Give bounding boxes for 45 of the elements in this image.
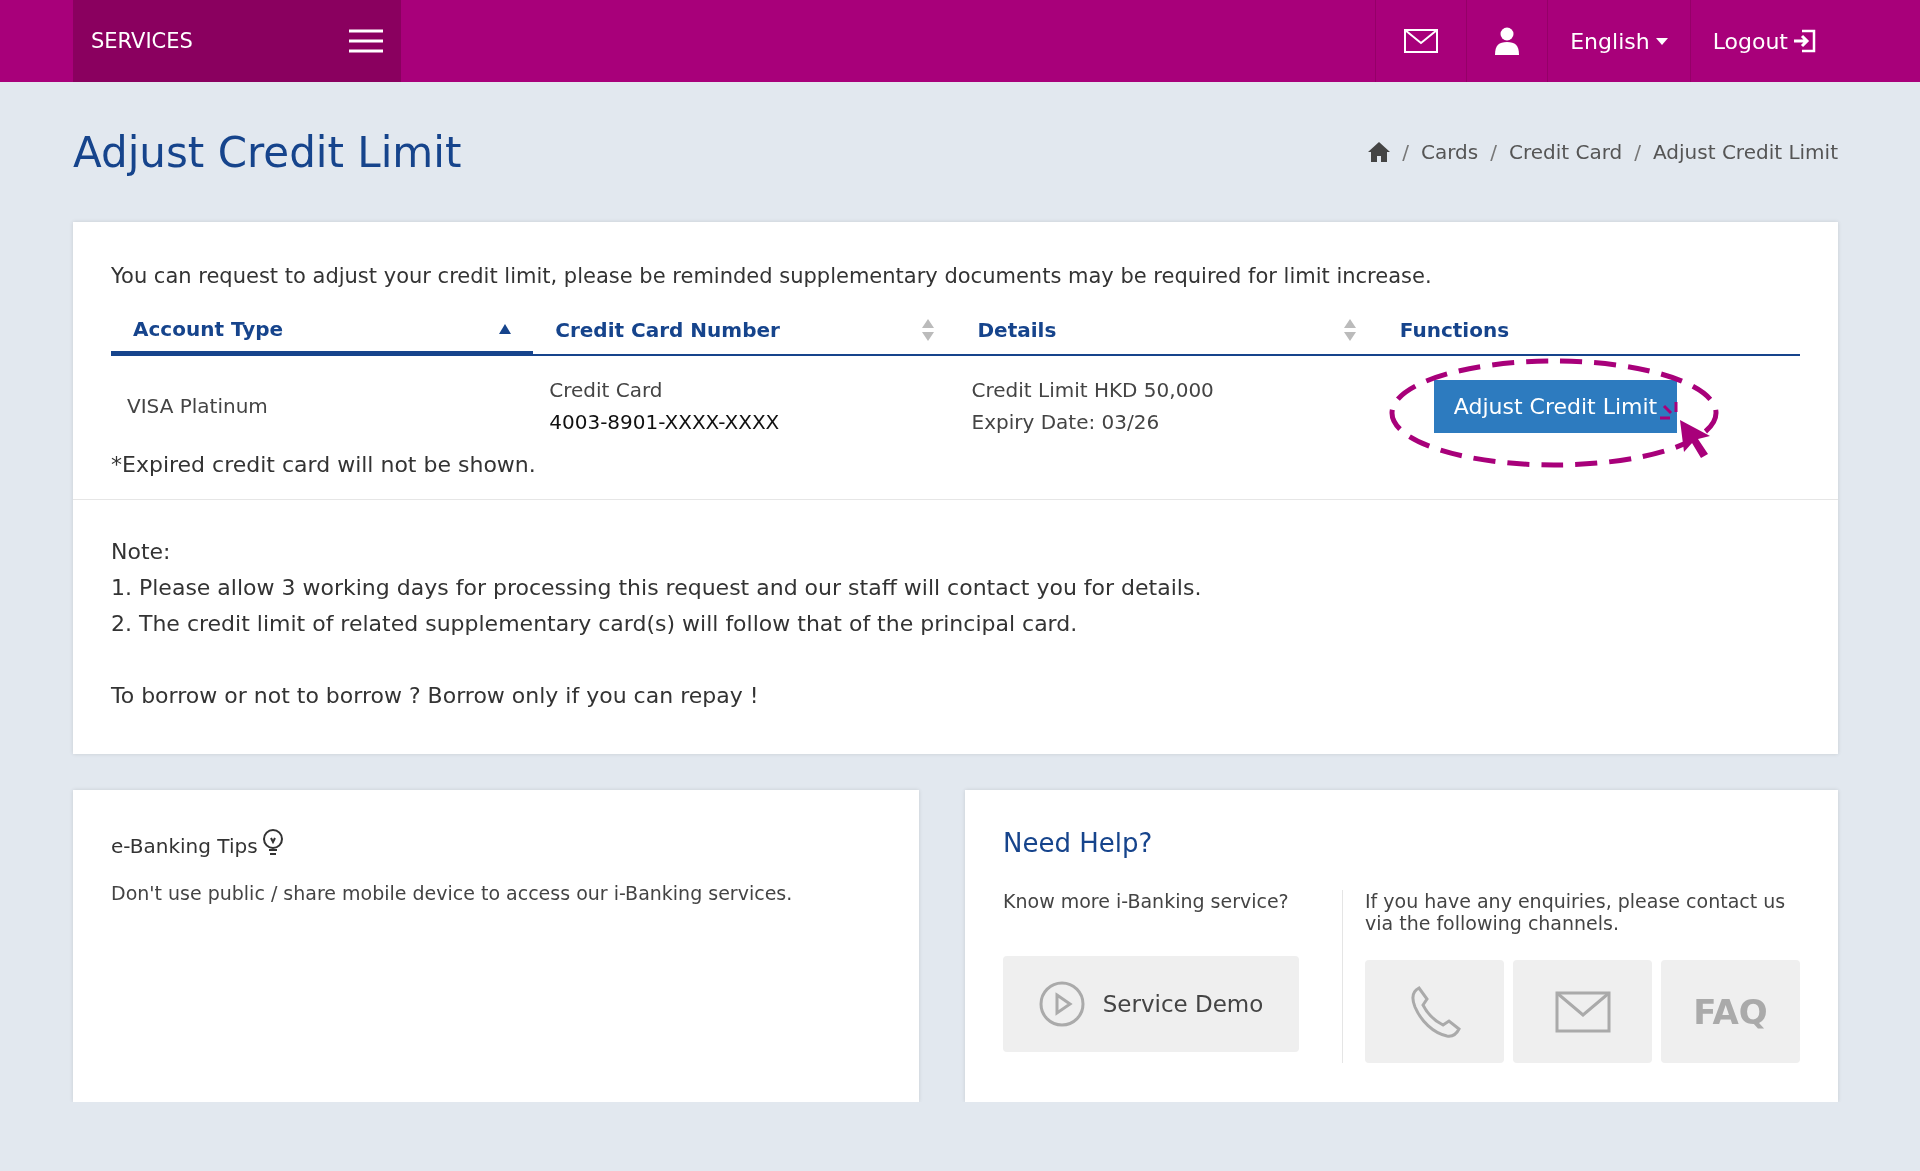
- card-type: Credit Card: [549, 378, 664, 402]
- breadcrumb-separator: /: [1490, 140, 1497, 164]
- caret-icon: [1655, 37, 1668, 45]
- phone-icon: [1408, 984, 1461, 1039]
- page-title: Adjust Credit Limit: [73, 127, 462, 177]
- user-icon[interactable]: [1495, 27, 1520, 55]
- breadcrumb-separator: /: [1634, 140, 1642, 164]
- tips-text: Don't use public / share mobile device to access our i-Banking services.: [111, 882, 794, 904]
- adjust-credit-limit-button[interactable]: Adjust Credit Limit: [1433, 379, 1678, 433]
- tips-title: e-Banking Tips: [111, 834, 258, 858]
- note-item: 2. The credit limit of related supplementary card(s) will follow that of the principal card.: [111, 610, 1079, 638]
- mail-icon[interactable]: [1404, 29, 1439, 53]
- contact-text: If you have any enquiries, please contact us via the following channels.: [1365, 890, 1787, 934]
- footnote: *Expired credit card will not be shown.: [111, 452, 537, 477]
- services-label: SERVICES: [91, 29, 193, 53]
- card-number: 4003-8901-XXXX-XXXX: [549, 410, 781, 434]
- note-heading: Note:: [111, 538, 172, 566]
- slogan-text: To borrow or not to borrow ? Borrow only if you can repay !: [111, 682, 760, 710]
- credit-limit: Credit Limit HKD 50,000: [971, 378, 1215, 402]
- mail-icon: [1554, 990, 1611, 1033]
- help-title: Need Help?: [1003, 828, 1154, 858]
- logout-button[interactable]: Logout: [1689, 0, 1838, 82]
- language-dropdown[interactable]: English: [1547, 0, 1690, 82]
- breadcrumb-link[interactable]: Credit Card: [1509, 140, 1623, 164]
- sort-icon: [1343, 319, 1356, 341]
- service-demo-button[interactable]: Service Demo: [1003, 956, 1299, 1052]
- help-question: Know more i-Banking service?: [1003, 890, 1290, 912]
- sort-ascending-icon: [499, 323, 512, 334]
- account-type: VISA Platinum: [127, 394, 269, 418]
- column-header[interactable]: Credit Card Number: [533, 306, 956, 356]
- logout-icon: [1794, 29, 1816, 53]
- breadcrumb-link[interactable]: Adjust Credit Limit: [1653, 140, 1838, 164]
- play-icon: [1038, 981, 1085, 1027]
- home-icon[interactable]: [1368, 142, 1391, 162]
- breadcrumb-link[interactable]: Cards: [1421, 140, 1479, 164]
- column-header[interactable]: Functions: [1377, 306, 1800, 356]
- column-header[interactable]: Details: [955, 306, 1378, 356]
- breadcrumb-separator: /: [1402, 140, 1409, 164]
- sort-icon: [921, 319, 934, 341]
- lightbulb-icon: [261, 828, 284, 858]
- menu-icon[interactable]: [349, 29, 383, 53]
- expiry-date: Expiry Date: 03/26: [971, 410, 1161, 434]
- note-item: 1. Please allow 3 working days for processing this request and our staff will contact you for details.: [111, 574, 1203, 602]
- intro-text: You can request to adjust your credit limit, please be reminded supplementary documents may be required for limit increase.: [111, 264, 1433, 288]
- column-header[interactable]: Account Type: [111, 306, 534, 356]
